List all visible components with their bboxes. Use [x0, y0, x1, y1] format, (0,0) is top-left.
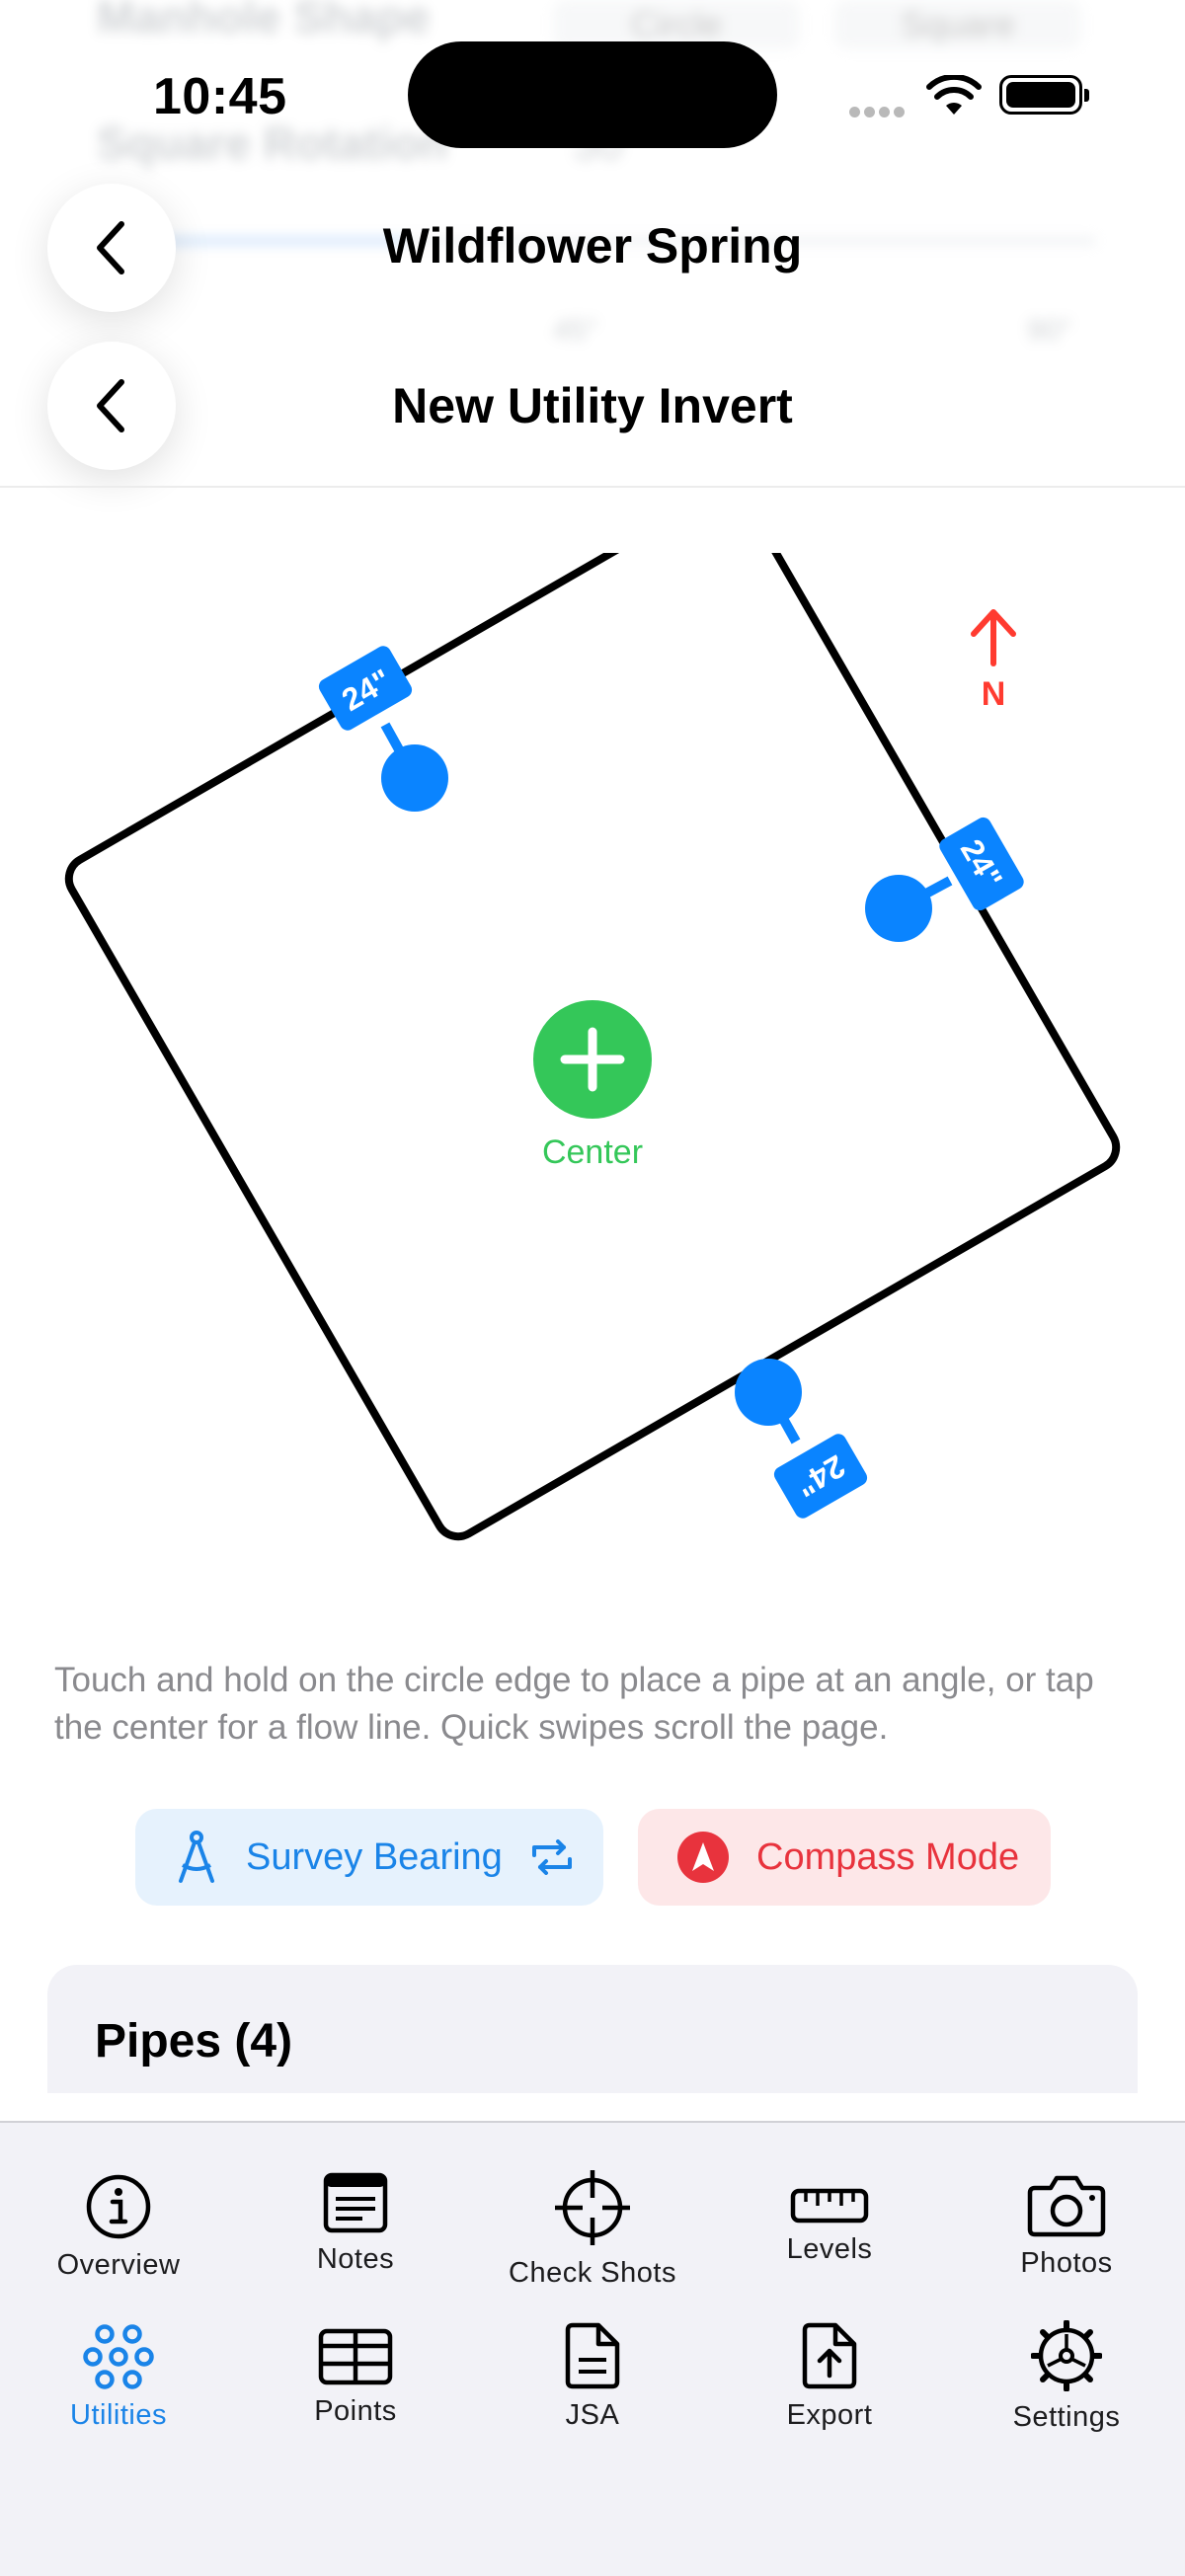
pipe-marker-1[interactable]: 24"	[316, 643, 448, 812]
document-icon	[565, 2322, 620, 2389]
tab-check-shots-label: Check Shots	[509, 2257, 676, 2289]
pipe-marker-2[interactable]: 24"	[865, 815, 1027, 942]
pipes-section: Pipes (4)	[47, 1965, 1138, 2093]
tab-levels-label: Levels	[786, 2233, 873, 2265]
tab-export-label: Export	[786, 2399, 873, 2431]
ruler-icon	[790, 2188, 869, 2224]
wifi-icon	[926, 75, 982, 115]
info-circle-icon	[86, 2174, 151, 2239]
table-grid-icon	[318, 2328, 393, 2385]
pipes-section-title: Pipes (4)	[95, 2015, 293, 2068]
page-title: New Utility Invert	[392, 378, 793, 433]
center-add-button[interactable]	[533, 1000, 652, 1119]
notes-icon	[323, 2172, 388, 2233]
signal-dots-icon	[849, 105, 908, 117]
tab-jsa-label: JSA	[565, 2399, 620, 2431]
pipe-marker-3[interactable]: 24"	[735, 1359, 870, 1522]
north-arrow-icon	[971, 609, 1016, 666]
tab-check-shots[interactable]: Check Shots	[474, 2168, 711, 2290]
gear-icon	[1031, 2320, 1102, 2391]
tab-settings[interactable]: Settings	[948, 2320, 1185, 2434]
ghost-square-option: Square	[834, 0, 1081, 49]
ghost-tick-a: 45°	[553, 314, 598, 347]
dynamic-island	[408, 41, 777, 148]
center-label: Center	[541, 1133, 644, 1171]
tab-settings-label: Settings	[1012, 2401, 1121, 2433]
tab-photos[interactable]: Photos	[948, 2174, 1185, 2280]
tab-notes[interactable]: Notes	[237, 2172, 474, 2276]
camera-icon	[1027, 2175, 1106, 2237]
crosshair-icon	[555, 2170, 630, 2245]
ghost-manhole-shape-label: Manhole Shape	[97, 0, 431, 42]
ghost-tick-b: 90°	[1027, 314, 1072, 347]
tab-points[interactable]: Points	[237, 2328, 474, 2428]
compass-location-icon	[677, 1832, 729, 1883]
tab-photos-label: Photos	[1020, 2247, 1113, 2279]
tab-export[interactable]: Export	[711, 2322, 948, 2432]
utilities-circles-icon	[83, 2324, 154, 2389]
tab-overview[interactable]: Overview	[0, 2174, 237, 2282]
tab-overview-label: Overview	[56, 2249, 181, 2281]
compass-mode-label: Compass Mode	[756, 1835, 1020, 1878]
parent-title: Wildflower Spring	[382, 218, 803, 273]
tab-levels[interactable]: Levels	[711, 2188, 948, 2266]
drafting-compass-icon	[179, 1831, 214, 1883]
export-icon	[802, 2322, 857, 2389]
tab-utilities-label: Utilities	[70, 2399, 167, 2431]
tab-points-label: Points	[314, 2395, 397, 2427]
compass-mode-button[interactable]: Compass Mode	[638, 1809, 1051, 1906]
battery-icon	[999, 75, 1089, 115]
tab-jsa[interactable]: JSA	[474, 2322, 711, 2432]
survey-bearing-label: Survey Bearing	[246, 1835, 503, 1878]
north-label: N	[981, 675, 1006, 713]
tab-bar: Overview Notes Check Shots Levels Photos…	[0, 2121, 1185, 2576]
tab-utilities[interactable]: Utilities	[0, 2324, 237, 2432]
swap-arrows-icon	[531, 1839, 572, 1875]
tab-notes-label: Notes	[316, 2243, 395, 2275]
survey-bearing-button[interactable]: Survey Bearing	[135, 1809, 603, 1906]
header-divider	[0, 486, 1185, 488]
status-time: 10:45	[153, 68, 287, 125]
help-text: Touch and hold on the circle edge to pla…	[54, 1661, 1094, 1747]
